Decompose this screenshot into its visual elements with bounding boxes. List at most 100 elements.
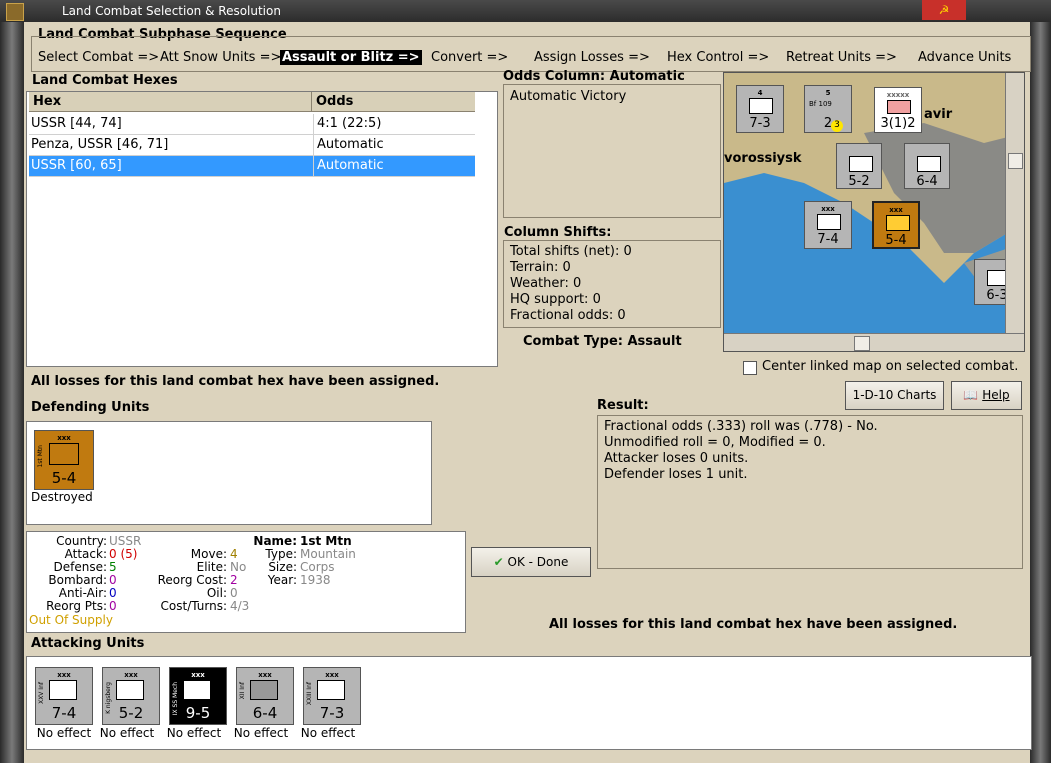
map-label-town: avir (924, 107, 953, 122)
ok-done-button[interactable]: ✔ OK - Done (471, 547, 591, 577)
unit-type: Mountain (300, 547, 356, 561)
column-shifts-heading: Column Shifts: (504, 225, 612, 240)
map-vertical-scrollbar[interactable] (1005, 73, 1024, 333)
seq-retreat-units: Retreat Units => (786, 50, 897, 65)
defending-result: Destroyed (31, 490, 93, 504)
unit-cost-turns: 4/3 (230, 599, 250, 613)
result-heading: Result: (597, 398, 649, 413)
shift-terrain: Terrain: 0 (510, 260, 571, 275)
defending-heading: Defending Units (31, 400, 150, 415)
unit-year: 1938 (300, 573, 331, 587)
seq-assign-losses: Assign Losses => (534, 50, 650, 65)
odds-column-label: Odds Column: Automatic (503, 69, 685, 84)
mech-icon (116, 680, 144, 700)
unit-size: Corps (300, 560, 335, 574)
infantry-icon (317, 680, 345, 700)
infantry-icon (250, 680, 278, 700)
attacking-unit[interactable]: xxx K nigsberg 5-2 (102, 667, 160, 725)
unit-attack: 0 (5) (109, 547, 138, 561)
map-air-unit[interactable]: 5 Bf 109 2 3 (804, 85, 852, 133)
odds-cell: Automatic (313, 135, 477, 155)
result-line: Attacker loses 0 units. (604, 451, 749, 466)
attacking-unit[interactable]: xxx IX SS Mech 9-5 (169, 667, 227, 725)
col-odds[interactable]: Odds (311, 92, 475, 112)
infantry-icon (749, 98, 773, 114)
odds-cell: 4:1 (22:5) (313, 114, 477, 134)
map-hq-unit[interactable]: xxxxx 3(1)2 (874, 87, 922, 133)
left-rail (0, 22, 24, 763)
map-target-unit[interactable]: xxx 5-4 (872, 201, 920, 249)
map-unit[interactable]: 6-4 (904, 143, 950, 189)
linked-map[interactable]: vorossiysk avir 4 7-3 5 Bf 109 2 3 xxxxx… (723, 72, 1025, 352)
book-icon: 📖 (963, 388, 979, 402)
shift-total: Total shifts (net): 0 (510, 244, 632, 259)
attack-result: No effect (233, 726, 289, 740)
seq-att-snow: Att Snow Units => (160, 50, 282, 65)
hex-cell: USSR [44, 74] (31, 116, 122, 131)
charts-button[interactable]: 1-D-10 Charts (845, 381, 944, 410)
table-row[interactable]: Penza, USSR [46, 71] Automatic (29, 135, 475, 156)
unit-oil: 0 (230, 586, 238, 600)
hexes-table: Hex Odds USSR [44, 74] 4:1 (22:5) Penza,… (26, 91, 498, 367)
scroll-thumb[interactable] (1008, 153, 1023, 169)
result-line: Unmodified roll = 0, Modified = 0. (604, 435, 826, 450)
odds-column-text: Automatic Victory (510, 89, 627, 104)
map-unit[interactable]: 4 7-3 (736, 85, 784, 133)
result-line: Fractional odds (.333) roll was (.778) -… (604, 419, 878, 434)
seq-convert: Convert => (431, 50, 509, 65)
mech-icon (183, 680, 211, 700)
app-icon[interactable] (6, 3, 24, 21)
shift-hq: HQ support: 0 (510, 292, 601, 307)
center-map-checkbox[interactable] (743, 361, 757, 375)
result-line: Defender loses 1 unit. (604, 467, 748, 482)
map-unit[interactable]: 5-2 (836, 143, 882, 189)
column-shifts-box: Total shifts (net): 0 Terrain: 0 Weather… (503, 240, 721, 328)
attack-result: No effect (166, 726, 222, 740)
infantry-icon (817, 214, 841, 230)
title-bar: Land Combat Selection & Resolution ☭ (0, 0, 1051, 22)
unit-antiair: 0 (109, 586, 117, 600)
mountain-unit-icon (49, 443, 79, 465)
attacking-unit[interactable]: xxx XII Inf 6-4 (236, 667, 294, 725)
hex-cell: Penza, USSR [46, 71] (31, 137, 169, 152)
attack-result: No effect (99, 726, 155, 740)
hex-cell: USSR [60, 65] (31, 158, 122, 173)
infantry-icon (49, 680, 77, 700)
attacking-heading: Attacking Units (31, 636, 145, 651)
map-unit[interactable]: xxx 7-4 (804, 201, 852, 249)
unit-reorg-pts: 0 (109, 599, 117, 613)
attacking-unit[interactable]: xxx XXV Inf 7-4 (35, 667, 93, 725)
attack-result: No effect (36, 726, 92, 740)
table-row[interactable]: USSR [44, 74] 4:1 (22:5) (29, 114, 475, 135)
defending-box: xxx 1st Mtn 5-4 Destroyed (26, 421, 432, 525)
combat-type: Combat Type: Assault (523, 334, 682, 349)
checkmark-icon: ✔ (493, 555, 504, 569)
unit-info-panel: Country: USSR Attack: 0 (5) Defense: 5 B… (26, 531, 466, 633)
mech-icon (849, 156, 873, 172)
result-box: Fractional odds (.333) roll was (.778) -… (597, 415, 1023, 569)
seq-assault-blitz: Assault or Blitz => (280, 50, 422, 65)
close-button[interactable]: ☭ (922, 0, 966, 20)
unit-supply: Out Of Supply (29, 613, 113, 627)
seq-advance-units: Advance Units (918, 50, 1012, 65)
odds-cell: Automatic (313, 156, 477, 176)
seq-select-combat: Select Combat => (38, 50, 160, 65)
attacking-unit[interactable]: xxx XXIII Inf 7-3 (303, 667, 361, 725)
scroll-thumb[interactable] (854, 336, 870, 351)
odds-column-box: Automatic Victory (503, 84, 721, 218)
attack-result: No effect (300, 726, 356, 740)
map-horizontal-scrollbar[interactable] (724, 333, 1024, 351)
status-message-top: All losses for this land combat hex have… (31, 374, 440, 389)
help-button[interactable]: 📖 Help (951, 381, 1022, 410)
defending-unit[interactable]: xxx 1st Mtn 5-4 (34, 430, 94, 490)
unit-country: USSR (109, 534, 142, 548)
table-row-selected[interactable]: USSR [60, 65] Automatic (29, 156, 475, 177)
hq-icon (887, 100, 911, 114)
status-message-bottom: All losses for this land combat hex have… (549, 617, 958, 632)
window-title: Land Combat Selection & Resolution (62, 4, 281, 18)
col-hex[interactable]: Hex (29, 92, 311, 112)
help-label: Help (982, 388, 1010, 402)
unit-name: 1st Mtn (300, 534, 352, 548)
center-map-label: Center linked map on selected combat. (762, 359, 1019, 374)
shift-fractional: Fractional odds: 0 (510, 308, 626, 323)
